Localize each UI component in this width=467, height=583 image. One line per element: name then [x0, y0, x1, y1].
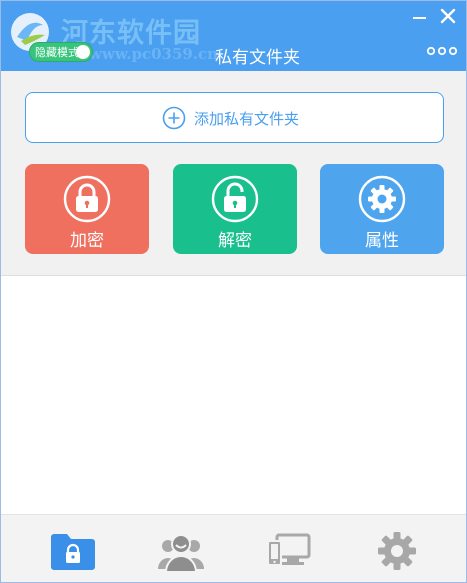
encrypt-label: 加密: [70, 231, 104, 251]
folder-list-area: [1, 276, 466, 514]
users-icon: [158, 534, 204, 573]
add-folder-label: 添加私有文件夹: [194, 109, 300, 128]
minimize-button[interactable]: [409, 7, 431, 27]
hidden-mode-toggle[interactable]: 隐藏模式: [29, 42, 93, 62]
title-bar: 河东软件园 www.pc0359.cn 隐藏模式 私有文件夹: [1, 1, 466, 71]
private-folder-icon: [51, 534, 95, 570]
more-button[interactable]: [425, 43, 459, 59]
close-button[interactable]: [437, 5, 459, 27]
nav-devices[interactable]: [265, 529, 313, 573]
bottom-navigation: [1, 514, 466, 582]
close-icon: [440, 8, 456, 24]
toolbar-panel: 添加私有文件夹 加密 解密 属性: [1, 71, 466, 276]
lock-open-icon: [211, 175, 259, 223]
toggle-knob: [76, 45, 90, 59]
properties-label: 属性: [365, 231, 399, 251]
properties-button[interactable]: 属性: [320, 164, 444, 254]
nav-users[interactable]: [157, 529, 205, 573]
devices-icon: [267, 533, 311, 566]
plus-circle-icon: [162, 106, 186, 130]
nav-private-folder[interactable]: [49, 529, 97, 573]
hidden-mode-label: 隐藏模式: [35, 46, 79, 59]
nav-settings[interactable]: [373, 529, 421, 573]
window-title: 私有文件夹: [215, 48, 300, 68]
add-private-folder-button[interactable]: 添加私有文件夹: [25, 92, 444, 143]
settings-icon: [378, 532, 416, 570]
lock-closed-icon: [63, 175, 111, 223]
decrypt-button[interactable]: 解密: [173, 164, 297, 254]
gear-icon: [358, 175, 406, 223]
watermark-url: www.pc0359.cn: [89, 45, 219, 63]
add-folder-content: 添加私有文件夹: [162, 106, 299, 130]
decrypt-label: 解密: [218, 231, 252, 251]
more-dots-icon: [426, 46, 458, 56]
app-window: 河东软件园 www.pc0359.cn 隐藏模式 私有文件夹 添加私有文件夹 加…: [0, 0, 467, 583]
encrypt-button[interactable]: 加密: [25, 164, 149, 254]
